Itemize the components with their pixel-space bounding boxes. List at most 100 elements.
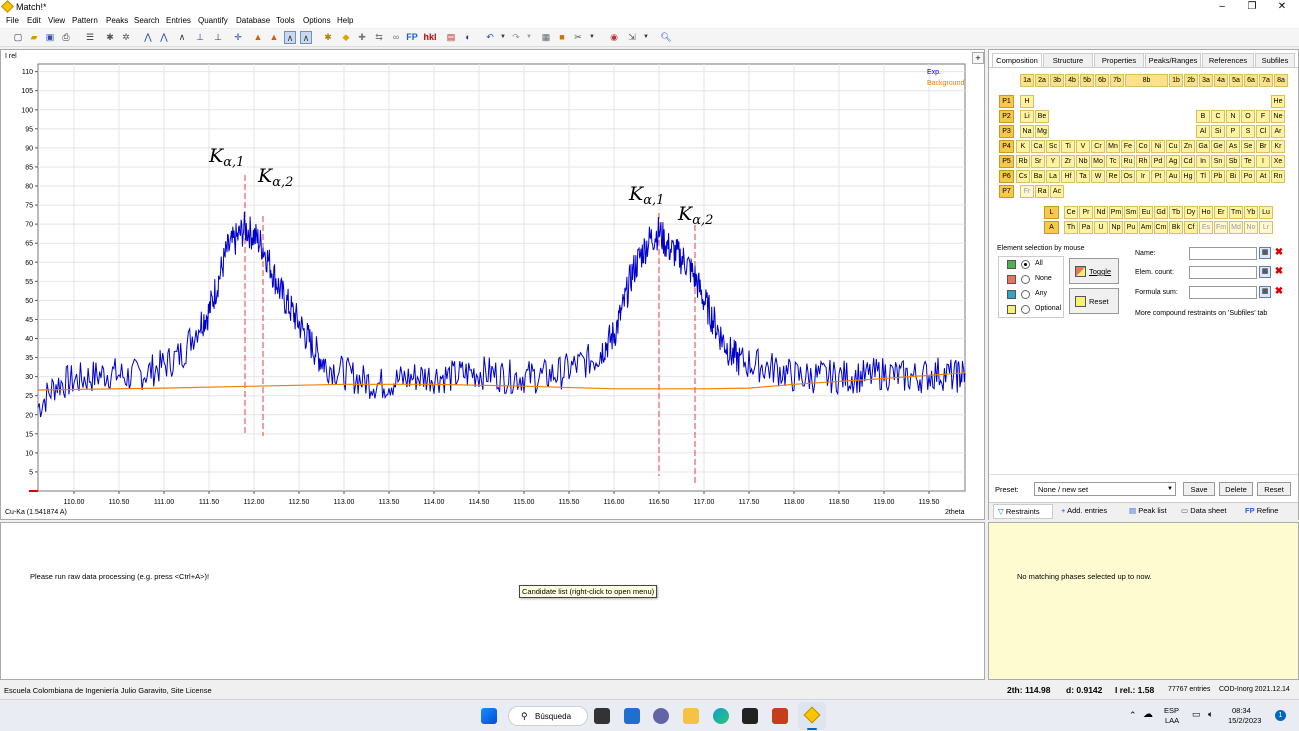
- element-no[interactable]: No: [1244, 221, 1258, 234]
- element-c[interactable]: C: [1211, 110, 1225, 123]
- link-icon[interactable]: ∞: [390, 31, 402, 44]
- group-5b[interactable]: 5b: [1080, 74, 1094, 87]
- element-fr[interactable]: Fr: [1020, 185, 1034, 198]
- widgets-icon[interactable]: [624, 708, 640, 724]
- cursor-icon[interactable]: ✛: [232, 31, 244, 44]
- element-lu[interactable]: Lu: [1259, 206, 1273, 219]
- element-md[interactable]: Md: [1229, 221, 1243, 234]
- export-icon[interactable]: ⇲: [626, 31, 638, 44]
- group-1a[interactable]: 1a: [1020, 74, 1034, 87]
- undo-icon[interactable]: ↶: [484, 31, 496, 44]
- profile-fit-icon[interactable]: ∧: [176, 31, 188, 44]
- element-es[interactable]: Es: [1199, 221, 1213, 234]
- period-p2[interactable]: P2: [999, 110, 1014, 123]
- zoom-icon[interactable]: 🔍︎: [660, 31, 672, 44]
- element-th[interactable]: Th: [1064, 221, 1078, 234]
- start-icon[interactable]: [481, 708, 497, 724]
- element-u[interactable]: U: [1094, 221, 1108, 234]
- element-tm[interactable]: Tm: [1229, 206, 1243, 219]
- element-bk[interactable]: Bk: [1169, 221, 1183, 234]
- element-pt[interactable]: Pt: [1151, 170, 1165, 183]
- period-p7[interactable]: P7: [999, 185, 1014, 198]
- element-pa[interactable]: Pa: [1079, 221, 1093, 234]
- element-ne[interactable]: Ne: [1271, 110, 1285, 123]
- element-ga[interactable]: Ga: [1196, 140, 1210, 153]
- process-icon[interactable]: ✱: [104, 31, 116, 44]
- element-yb[interactable]: Yb: [1244, 206, 1258, 219]
- element-br[interactable]: Br: [1256, 140, 1270, 153]
- element-li[interactable]: Li: [1020, 110, 1034, 123]
- element-i[interactable]: I: [1256, 155, 1270, 168]
- group-7b[interactable]: 7b: [1110, 74, 1124, 87]
- globe-icon[interactable]: ◉: [608, 31, 620, 44]
- element-ar[interactable]: Ar: [1271, 125, 1285, 138]
- print-icon[interactable]: ⎙: [60, 31, 72, 44]
- element-mn[interactable]: Mn: [1106, 140, 1120, 153]
- element-gd[interactable]: Gd: [1154, 206, 1168, 219]
- element-he[interactable]: He: [1271, 95, 1285, 108]
- store-icon[interactable]: [742, 708, 758, 724]
- element-po[interactable]: Po: [1241, 170, 1255, 183]
- period-p1[interactable]: P1: [999, 95, 1014, 108]
- add-pattern-button[interactable]: +: [972, 52, 984, 64]
- task-view-icon[interactable]: [594, 708, 610, 724]
- element-s[interactable]: S: [1241, 125, 1255, 138]
- element-ti[interactable]: Ti: [1061, 140, 1075, 153]
- element-b[interactable]: B: [1196, 110, 1210, 123]
- show-peaks-icon[interactable]: ▲: [252, 31, 264, 44]
- teams-icon[interactable]: [653, 708, 669, 724]
- group-4a[interactable]: 4a: [1214, 74, 1228, 87]
- element-xe[interactable]: Xe: [1271, 155, 1285, 168]
- element-rh[interactable]: Rh: [1136, 155, 1150, 168]
- candidate-list[interactable]: Please run raw data processing (e.g. pre…: [0, 522, 985, 680]
- minimize-button[interactable]: –: [1207, 0, 1237, 14]
- tab-peak-list[interactable]: ▤ Peak list: [1125, 504, 1173, 519]
- maximize-button[interactable]: ❐: [1237, 0, 1267, 14]
- element-pr[interactable]: Pr: [1079, 206, 1093, 219]
- element-as[interactable]: As: [1226, 140, 1240, 153]
- element-ac[interactable]: Ac: [1050, 185, 1064, 198]
- element-np[interactable]: Np: [1109, 221, 1123, 234]
- element-o[interactable]: O: [1241, 110, 1255, 123]
- element-zn[interactable]: Zn: [1181, 140, 1195, 153]
- element-re[interactable]: Re: [1106, 170, 1120, 183]
- peaks-icon[interactable]: ⋀: [142, 31, 154, 44]
- element-ir[interactable]: Ir: [1136, 170, 1150, 183]
- file-explorer-icon[interactable]: [683, 708, 699, 724]
- any-radio[interactable]: [1021, 290, 1030, 299]
- element-al[interactable]: Al: [1196, 125, 1210, 138]
- pattern-chart[interactable]: 5 10 15 20 25 30 35 40 45 50 55 60 65 70 75 80 85 90 95 100…: [1, 50, 986, 521]
- peak-search-icon[interactable]: ⋀: [158, 31, 170, 44]
- group-7a[interactable]: 7a: [1259, 74, 1273, 87]
- menu-file[interactable]: File: [6, 16, 19, 25]
- optional-radio[interactable]: [1021, 305, 1030, 314]
- menu-edit[interactable]: Edit: [27, 16, 41, 25]
- delete-preset-button[interactable]: Delete: [1219, 482, 1253, 496]
- element-ho[interactable]: Ho: [1199, 206, 1213, 219]
- pattern-chart-panel[interactable]: 5 10 15 20 25 30 35 40 45 50 55 60 65 70 75 80 85 90 95 100…: [0, 49, 985, 520]
- powerpoint-icon[interactable]: [772, 708, 788, 724]
- element-co[interactable]: Co: [1136, 140, 1150, 153]
- monitor-icon[interactable]: ▭: [1192, 709, 1201, 720]
- tools-icon[interactable]: ✂: [572, 31, 584, 44]
- group-6b[interactable]: 6b: [1095, 74, 1109, 87]
- group-6a[interactable]: 6a: [1244, 74, 1258, 87]
- element-bi[interactable]: Bi: [1226, 170, 1240, 183]
- reset-preset-button[interactable]: Reset: [1257, 482, 1291, 496]
- element-fe[interactable]: Fe: [1121, 140, 1135, 153]
- element-rb[interactable]: Rb: [1016, 155, 1030, 168]
- element-te[interactable]: Te: [1241, 155, 1255, 168]
- tab-data-sheet[interactable]: ▭ Data sheet: [1177, 504, 1237, 519]
- element-se[interactable]: Se: [1241, 140, 1255, 153]
- table-icon[interactable]: ▤: [445, 31, 457, 44]
- match-taskbar-button[interactable]: [798, 702, 826, 730]
- name-clear-icon[interactable]: ✖: [1273, 247, 1285, 259]
- group-1b[interactable]: 1b: [1169, 74, 1183, 87]
- menu-quantify[interactable]: Quantify: [198, 16, 228, 25]
- element-mg[interactable]: Mg: [1035, 125, 1049, 138]
- element-sr[interactable]: Sr: [1031, 155, 1045, 168]
- element-nd[interactable]: Nd: [1094, 206, 1108, 219]
- open-folder-icon[interactable]: ▰: [28, 31, 40, 44]
- element-cm[interactable]: Cm: [1154, 221, 1168, 234]
- element-rn[interactable]: Rn: [1271, 170, 1285, 183]
